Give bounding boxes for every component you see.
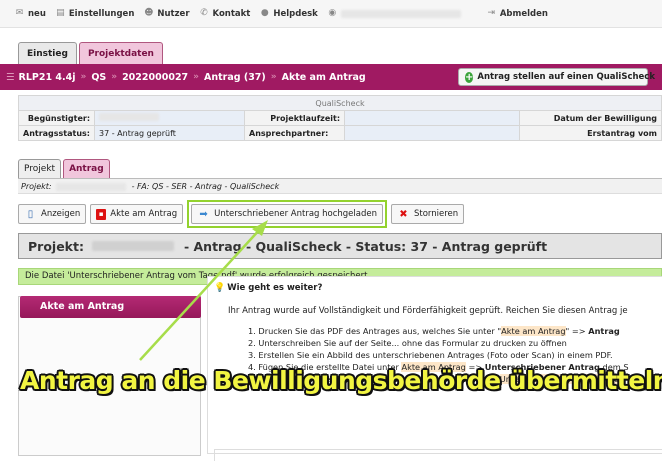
action-toolbar: ▯ Anzeigen ▪ Akte am Antrag ➡ Unterschriebe… [18, 200, 468, 228]
laufzeit-label: Projektlaufzeit: [244, 110, 346, 126]
help-intro: Ihr Antrag wurde auf Vollständigkeit und… [228, 306, 628, 316]
menu-item-settings[interactable]: ▤ Einstellungen [55, 8, 134, 19]
project-name-redacted [91, 241, 174, 251]
pdf-icon: ▪ [96, 208, 107, 220]
tab-projekt[interactable]: Projekt [18, 159, 62, 178]
plus-circle-icon: + [465, 71, 474, 83]
help-title: 💡 Wie geht es weiter? [214, 283, 323, 293]
chevron-right-icon: » [80, 72, 87, 82]
beguenstigter-label: Begünstigter: [17, 110, 96, 126]
lightbulb-icon: 💡 [214, 283, 226, 293]
info-header: QualiScheck [18, 95, 662, 111]
akte-am-antrag-button[interactable]: ▪ Akte am Antrag [90, 204, 184, 224]
project-path-line: Projekt: - FA: QS - SER - Antrag - QualiS… [18, 178, 662, 194]
step-1: 1. Drucken Sie das PDF des Antrages aus,… [248, 326, 620, 336]
chat-icon: ● [260, 8, 269, 18]
menu-item-helpdesk[interactable]: ● Helpdesk [259, 8, 318, 19]
breadcrumb-type[interactable]: QS [91, 72, 106, 83]
chevron-right-icon: » [111, 72, 118, 82]
users-icon: ☻ [144, 8, 154, 18]
tab-projektdaten[interactable]: Projektdaten [78, 42, 163, 64]
top-menu-bar: ✉ neu ▤ Einstellungen ☻ Nutzer ✆ Kontakt ● He… [0, 0, 662, 28]
settings-icon: ▤ [56, 8, 65, 18]
breadcrumb-antrag[interactable]: Antrag (37) [204, 72, 266, 83]
logout-link[interactable]: ⇥ Abmelden [486, 9, 548, 19]
upload-arrow-icon: ➡ [199, 208, 208, 220]
project-status-header: Projekt: - Antrag - QualiScheck - Status:… [18, 233, 662, 259]
project-name-redacted [55, 182, 126, 191]
chevron-right-icon: » [193, 72, 199, 82]
user-name-redacted [340, 9, 461, 18]
status-label: Antragsstatus: [17, 125, 96, 141]
partner-value [344, 125, 521, 141]
user-menu[interactable]: ◉ [327, 9, 477, 18]
menu-item-users[interactable]: ☻ Nutzer [143, 9, 189, 19]
user-icon: ◉ [328, 8, 337, 18]
apply-qualischeck-button[interactable]: + Antrag stellen auf einen QualiScheck [458, 68, 655, 86]
breadcrumb-number[interactable]: 2022000027 [122, 72, 188, 83]
breadcrumb-page: Akte am Antrag [281, 71, 366, 83]
erstantrag-label: Erstantrag vom [519, 125, 662, 141]
overlay-caption: Antrag an die Bewilligungsbehörde übermi… [20, 366, 662, 395]
bewilligung-label: Datum der Bewilligung [519, 110, 662, 126]
partner-label: Ansprechpartner: [244, 125, 346, 141]
status-value: 37 - Antrag geprüft [94, 125, 246, 141]
phone-icon: ✆ [200, 8, 208, 18]
main-tabs: Einstieg Projektdaten [18, 42, 165, 64]
breadcrumb-program[interactable]: RLP21 4.4j [19, 72, 76, 83]
cancel-application-button[interactable]: ✖ Stornieren [390, 204, 465, 224]
logout-icon: ⇥ [487, 8, 496, 18]
lower-panel [214, 449, 662, 461]
signed-application-uploaded-button[interactable]: ➡ Unterschriebener Antrag hochgeladen [191, 204, 383, 224]
envelope-icon: ✉ [15, 8, 24, 18]
cross-icon: ✖ [399, 208, 408, 220]
beguenstigter-value [94, 110, 246, 126]
menu-bars-icon: ☰ [6, 71, 15, 83]
project-info-table: QualiScheck Begünstigter: Projektlaufzei… [17, 95, 662, 141]
show-button[interactable]: ▯ Anzeigen [18, 204, 87, 224]
menu-item-new[interactable]: ✉ neu [14, 9, 46, 19]
menu-item-contact[interactable]: ✆ Kontakt [199, 8, 250, 19]
akte-am-antrag-panel-button[interactable]: Akte am Antrag [20, 296, 201, 318]
step-2: 2. Unterschreiben Sie auf der Seite... o… [248, 338, 567, 348]
book-icon: ▯ [27, 208, 34, 220]
tab-einstieg[interactable]: Einstieg [18, 42, 77, 64]
tab-antrag[interactable]: Antrag [63, 159, 110, 178]
step-3: 3. Erstellen Sie ein Abbild des untersch… [248, 350, 613, 360]
laufzeit-value [344, 110, 521, 126]
sub-tabs: Projekt Antrag [18, 159, 112, 178]
highlight-frame: ➡ Unterschriebener Antrag hochgeladen [187, 200, 387, 228]
chevron-right-icon: » [270, 72, 277, 82]
